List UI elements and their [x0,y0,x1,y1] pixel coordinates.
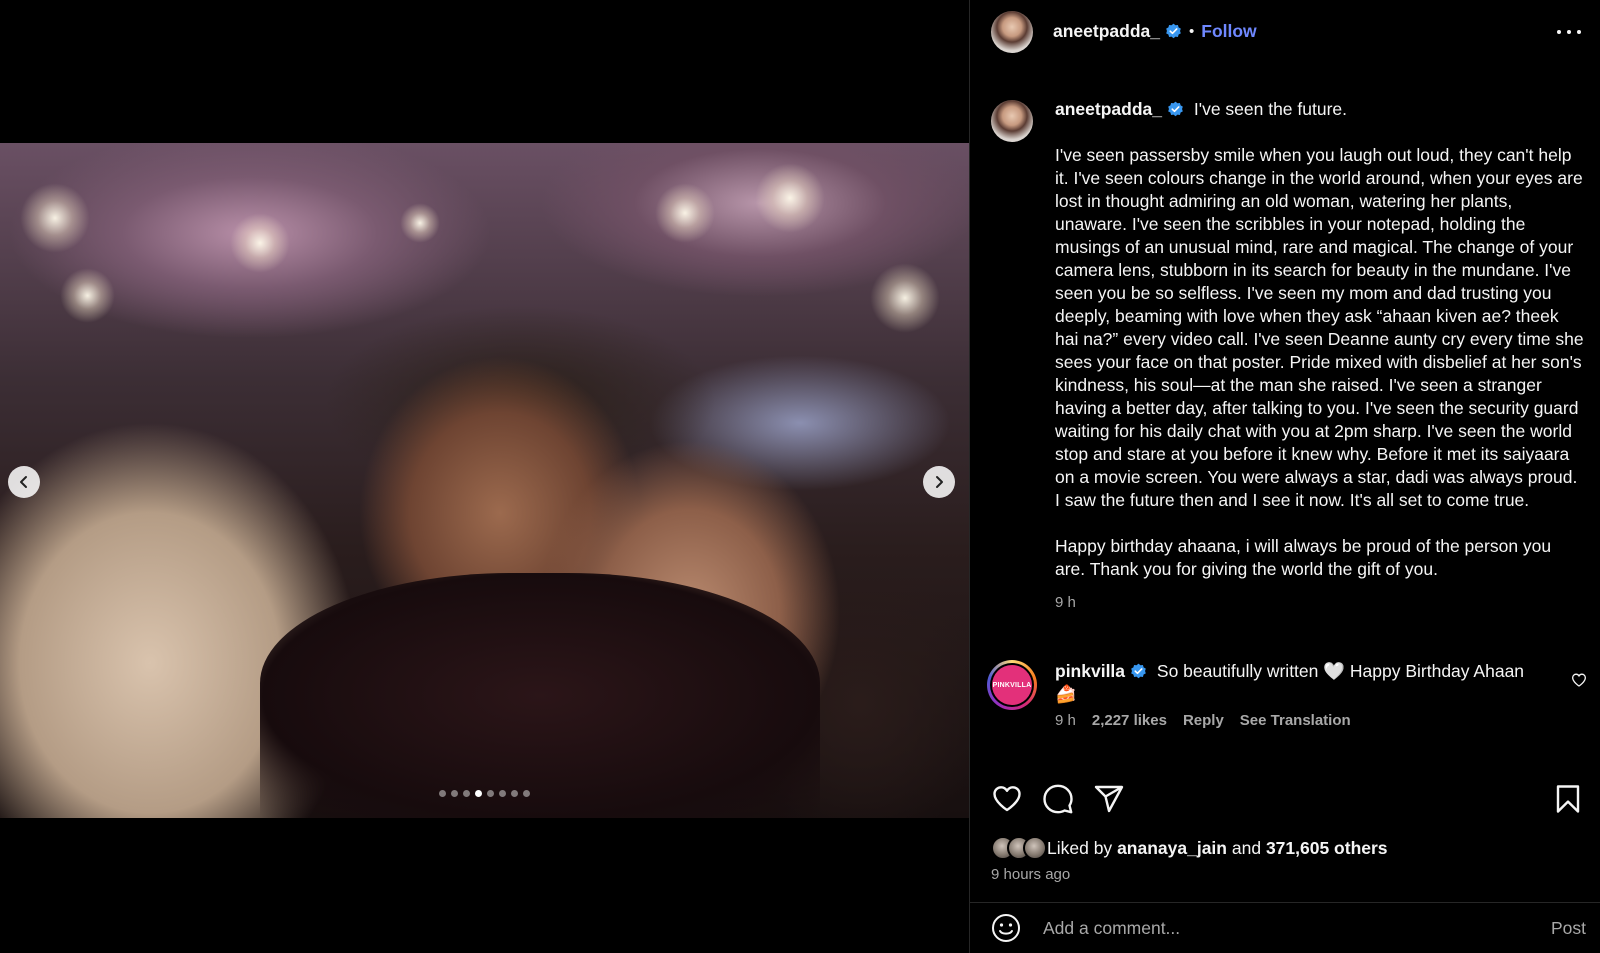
post-actions [991,783,1584,815]
author-username[interactable]: aneetpadda_ [1053,21,1160,42]
post-header: aneetpadda_ • Follow [970,0,1600,64]
more-horizontal-icon [1557,30,1561,34]
post-photo[interactable] [0,143,969,818]
photo-shadow [260,573,820,818]
see-translation-button[interactable]: See Translation [1240,712,1351,729]
chevron-right-icon [936,476,943,488]
caption-timestamp[interactable]: 9 h [1055,591,1586,614]
previous-slide-button[interactable] [8,466,40,498]
light-glow [655,183,715,243]
comment-icon[interactable] [1042,783,1074,815]
light-glow [20,183,90,253]
heart-icon[interactable] [991,783,1023,815]
light-glow [870,263,940,333]
liker-avatars[interactable] [991,836,1047,860]
carousel-dot [463,790,470,797]
more-dot [1567,30,1571,34]
liked-by-and: and [1231,837,1262,858]
caption-author-avatar[interactable] [991,100,1033,142]
more-dot [1577,30,1581,34]
light-glow [60,268,115,323]
follow-button[interactable]: Follow [1201,21,1256,42]
comment-text: So beautifully written 🤍 Happy Birthday … [1055,661,1525,704]
post-caption: aneetpadda_ I've seen the future. I've s… [991,98,1586,614]
caption-paragraph: Happy birthday ahaana, i will always be … [1055,536,1552,579]
caption-title: I've seen the future. [1193,99,1348,119]
author-avatar[interactable] [991,10,1033,53]
avatar-logo-text: PINKVILLA [992,665,1032,705]
add-comment-input[interactable] [1043,917,1523,939]
header-separator: • [1188,23,1195,40]
caption-body: aneetpadda_ I've seen the future. I've s… [1055,98,1586,614]
carousel-dot [523,790,530,797]
post-timestamp[interactable]: 9 hours ago [991,866,1070,883]
commenter-avatar[interactable]: PINKVILLA [987,660,1037,710]
share-icon[interactable] [1093,783,1125,815]
comment-meta: 9 h 2,227 likes Reply See Translation [1055,712,1587,729]
verified-badge-icon [1168,101,1183,117]
carousel-dot [499,790,506,797]
commenter-username[interactable]: pinkvilla [1055,661,1125,681]
reply-button[interactable]: Reply [1183,712,1224,729]
bookmark-icon[interactable] [1552,783,1584,815]
liker-avatar [1023,836,1047,860]
comment-like-heart-icon[interactable] [1571,672,1587,688]
likes-summary: Liked by ananaya_jain and 371,605 others [991,836,1388,860]
verified-badge-icon [1166,23,1181,39]
next-slide-button[interactable] [923,466,955,498]
caption-title-line: aneetpadda_ I've seen the future. [1055,98,1586,121]
comment-body: pinkvilla So beautifully written 🤍 Happy… [1055,660,1545,706]
caption-paragraph: I've seen passersby smile when you laugh… [1055,145,1584,510]
carousel-indicator [0,790,969,797]
more-options-button[interactable] [1557,20,1581,44]
carousel-dot [475,790,482,797]
carousel-dot [487,790,494,797]
likes-count[interactable]: 371,605 others [1266,838,1388,859]
carousel-dot [451,790,458,797]
chevron-left-icon [20,476,27,488]
verified-badge-icon [1131,663,1146,679]
comment-likes[interactable]: 2,227 likes [1092,712,1167,729]
liked-by-user[interactable]: ananaya_jain [1117,838,1227,859]
caption-username[interactable]: aneetpadda_ [1055,99,1162,119]
post-comment-button[interactable]: Post [1551,918,1586,939]
comment-composer: Post [970,902,1600,953]
light-glow [230,213,290,273]
comment-item: PINKVILLA pinkvilla So beautifully writt… [987,660,1587,729]
emoji-icon[interactable] [991,913,1021,943]
post-side-panel: aneetpadda_ • Follow aneetpadda_ I've se… [969,0,1600,953]
post-media [0,0,969,953]
avatar-ring: PINKVILLA [990,663,1034,707]
carousel-dot [439,790,446,797]
light-glow [400,203,440,243]
carousel-dot [511,790,518,797]
comment-timestamp[interactable]: 9 h [1055,712,1076,729]
light-glow [755,163,825,233]
liked-by-prefix: Liked by [1047,837,1113,858]
